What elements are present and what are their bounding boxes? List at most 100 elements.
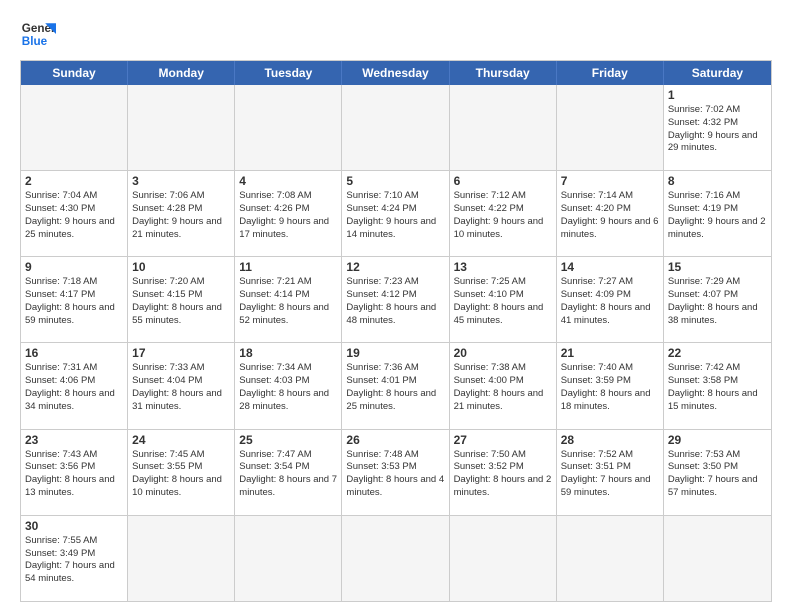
calendar-cell-2: 2 Sunrise: 7:04 AM Sunset: 4:30 PM Daylig… [21,171,128,257]
calendar-cell-empty [235,85,342,171]
calendar-cell-empty [557,516,664,601]
calendar-cell-20: 20 Sunrise: 7:38 AM Sunset: 4:00 PM Dayli… [450,343,557,429]
cell-sun-info: Sunrise: 7:06 AM Sunset: 4:28 PM Dayligh… [132,190,230,241]
calendar-cell-8: 8Sunrise: 7:16 AM Sunset: 4:19 PM Daylig… [664,171,771,257]
cell-day-number: 28 [561,433,659,447]
cell-sun-info: Sunrise: 7:31 AM Sunset: 4:06 PM Dayligh… [25,362,123,413]
cell-sun-info: Sunrise: 7:25 AM Sunset: 4:10 PM Dayligh… [454,276,552,327]
cell-day-number: 16 [25,346,123,360]
calendar-cell-25: 25 Sunrise: 7:47 AM Sunset: 3:54 PM Dayli… [235,430,342,516]
cell-day-number: 20 [454,346,552,360]
calendar-cell-5: 5Sunrise: 7:10 AM Sunset: 4:24 PM Daylig… [342,171,449,257]
calendar-cell-empty [342,516,449,601]
calendar-cell-28: 28 Sunrise: 7:52 AM Sunset: 3:51 PM Dayli… [557,430,664,516]
calendar-cell-4: 4 Sunrise: 7:08 AM Sunset: 4:26 PM Daylig… [235,171,342,257]
cell-sun-info: Sunrise: 7:40 AM Sunset: 3:59 PM Dayligh… [561,362,659,413]
calendar-cell-17: 17 Sunrise: 7:33 AM Sunset: 4:04 PM Dayli… [128,343,235,429]
cell-day-number: 12 [346,260,444,274]
cell-day-number: 18 [239,346,337,360]
day-header-thursday: Thursday [450,61,557,85]
calendar-cell-15: 15 Sunrise: 7:29 AM Sunset: 4:07 PM Dayli… [664,257,771,343]
calendar-cell-18: 18 Sunrise: 7:34 AM Sunset: 4:03 PM Dayli… [235,343,342,429]
day-header-saturday: Saturday [664,61,771,85]
calendar-cell-12: 12 Sunrise: 7:23 AM Sunset: 4:12 PM Dayli… [342,257,449,343]
cell-day-number: 26 [346,433,444,447]
calendar-cell-6: 6 Sunrise: 7:12 AM Sunset: 4:22 PM Daylig… [450,171,557,257]
calendar-cell-19: 19 Sunrise: 7:36 AM Sunset: 4:01 PM Dayli… [342,343,449,429]
calendar-cell-empty [450,516,557,601]
calendar-cell-11: 11 Sunrise: 7:21 AM Sunset: 4:14 PM Dayli… [235,257,342,343]
cell-sun-info: Sunrise: 7:48 AM Sunset: 3:53 PM Dayligh… [346,449,444,500]
cell-sun-info: Sunrise: 7:47 AM Sunset: 3:54 PM Dayligh… [239,449,337,500]
calendar: SundayMondayTuesdayWednesdayThursdayFrid… [20,60,772,602]
cell-day-number: 13 [454,260,552,274]
calendar-cell-21: 21Sunrise: 7:40 AM Sunset: 3:59 PM Dayli… [557,343,664,429]
day-header-tuesday: Tuesday [235,61,342,85]
cell-sun-info: Sunrise: 7:04 AM Sunset: 4:30 PM Dayligh… [25,190,123,241]
calendar-cell-22: 22 Sunrise: 7:42 AM Sunset: 3:58 PM Dayli… [664,343,771,429]
cell-sun-info: Sunrise: 7:34 AM Sunset: 4:03 PM Dayligh… [239,362,337,413]
cell-day-number: 9 [25,260,123,274]
cell-day-number: 17 [132,346,230,360]
page: General Blue SundayMondayTuesdayWednesda… [0,0,792,612]
cell-sun-info: Sunrise: 7:53 AM Sunset: 3:50 PM Dayligh… [668,449,767,500]
cell-day-number: 4 [239,174,337,188]
calendar-cell-7: 7Sunrise: 7:14 AM Sunset: 4:20 PM Daylig… [557,171,664,257]
cell-day-number: 1 [668,88,767,102]
cell-sun-info: Sunrise: 7:12 AM Sunset: 4:22 PM Dayligh… [454,190,552,241]
cell-sun-info: Sunrise: 7:43 AM Sunset: 3:56 PM Dayligh… [25,449,123,500]
cell-day-number: 30 [25,519,123,533]
cell-sun-info: Sunrise: 7:21 AM Sunset: 4:14 PM Dayligh… [239,276,337,327]
cell-sun-info: Sunrise: 7:27 AM Sunset: 4:09 PM Dayligh… [561,276,659,327]
cell-sun-info: Sunrise: 7:52 AM Sunset: 3:51 PM Dayligh… [561,449,659,500]
cell-sun-info: Sunrise: 7:45 AM Sunset: 3:55 PM Dayligh… [132,449,230,500]
cell-sun-info: Sunrise: 7:14 AM Sunset: 4:20 PM Dayligh… [561,190,659,241]
cell-sun-info: Sunrise: 7:33 AM Sunset: 4:04 PM Dayligh… [132,362,230,413]
calendar-cell-empty [557,85,664,171]
calendar-cell-empty [21,85,128,171]
calendar-cell-3: 3 Sunrise: 7:06 AM Sunset: 4:28 PM Daylig… [128,171,235,257]
header: General Blue [20,16,772,52]
calendar-cell-empty [342,85,449,171]
calendar-cell-16: 16 Sunrise: 7:31 AM Sunset: 4:06 PM Dayli… [21,343,128,429]
svg-text:Blue: Blue [22,35,48,48]
calendar-cell-13: 13 Sunrise: 7:25 AM Sunset: 4:10 PM Dayli… [450,257,557,343]
cell-day-number: 2 [25,174,123,188]
cell-sun-info: Sunrise: 7:18 AM Sunset: 4:17 PM Dayligh… [25,276,123,327]
calendar-cell-10: 10Sunrise: 7:20 AM Sunset: 4:15 PM Dayli… [128,257,235,343]
cell-day-number: 3 [132,174,230,188]
cell-day-number: 22 [668,346,767,360]
cell-day-number: 29 [668,433,767,447]
cell-sun-info: Sunrise: 7:50 AM Sunset: 3:52 PM Dayligh… [454,449,552,500]
cell-day-number: 11 [239,260,337,274]
cell-day-number: 15 [668,260,767,274]
calendar-cell-27: 27Sunrise: 7:50 AM Sunset: 3:52 PM Dayli… [450,430,557,516]
day-header-friday: Friday [557,61,664,85]
day-header-sunday: Sunday [21,61,128,85]
cell-sun-info: Sunrise: 7:38 AM Sunset: 4:00 PM Dayligh… [454,362,552,413]
cell-day-number: 25 [239,433,337,447]
calendar-cell-23: 23Sunrise: 7:43 AM Sunset: 3:56 PM Dayli… [21,430,128,516]
cell-sun-info: Sunrise: 7:02 AM Sunset: 4:32 PM Dayligh… [668,104,767,155]
cell-sun-info: Sunrise: 7:29 AM Sunset: 4:07 PM Dayligh… [668,276,767,327]
cell-day-number: 14 [561,260,659,274]
cell-day-number: 19 [346,346,444,360]
cell-sun-info: Sunrise: 7:36 AM Sunset: 4:01 PM Dayligh… [346,362,444,413]
calendar-cell-29: 29 Sunrise: 7:53 AM Sunset: 3:50 PM Dayli… [664,430,771,516]
cell-sun-info: Sunrise: 7:55 AM Sunset: 3:49 PM Dayligh… [25,535,123,586]
logo-icon: General Blue [20,16,56,52]
cell-sun-info: Sunrise: 7:08 AM Sunset: 4:26 PM Dayligh… [239,190,337,241]
cell-sun-info: Sunrise: 7:20 AM Sunset: 4:15 PM Dayligh… [132,276,230,327]
calendar-cell-30: 30 Sunrise: 7:55 AM Sunset: 3:49 PM Dayli… [21,516,128,601]
cell-day-number: 6 [454,174,552,188]
cell-sun-info: Sunrise: 7:42 AM Sunset: 3:58 PM Dayligh… [668,362,767,413]
logo: General Blue [20,16,56,52]
calendar-cell-9: 9 Sunrise: 7:18 AM Sunset: 4:17 PM Daylig… [21,257,128,343]
calendar-cell-24: 24 Sunrise: 7:45 AM Sunset: 3:55 PM Dayli… [128,430,235,516]
day-header-monday: Monday [128,61,235,85]
cell-sun-info: Sunrise: 7:23 AM Sunset: 4:12 PM Dayligh… [346,276,444,327]
calendar-cell-empty [128,85,235,171]
calendar-cell-1: 1 Sunrise: 7:02 AM Sunset: 4:32 PM Daylig… [664,85,771,171]
calendar-cell-empty [450,85,557,171]
cell-day-number: 24 [132,433,230,447]
